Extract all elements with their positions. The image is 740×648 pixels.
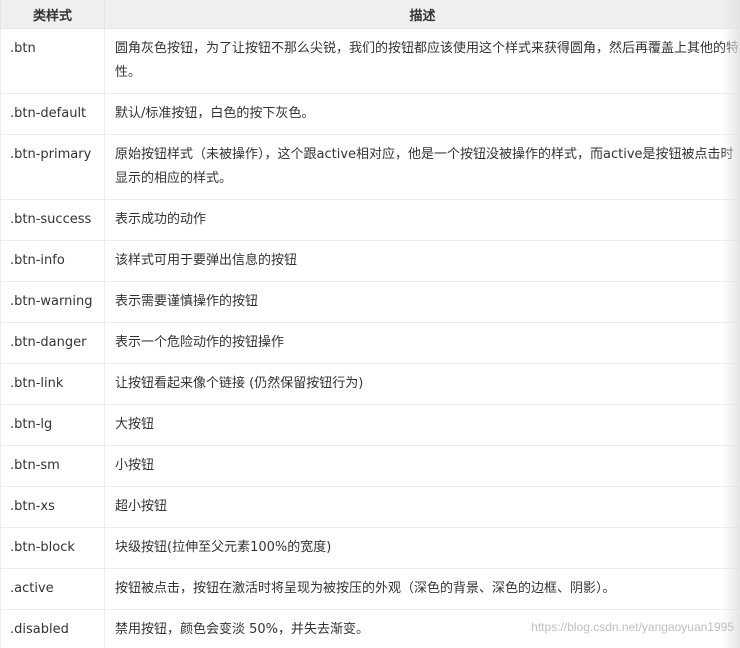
class-description: 圆角灰色按钮，为了让按钮不那么尖锐，我们的按钮都应该使用这个样式来获得圆角，然后…	[104, 28, 740, 94]
class-description: 让按钮看起来像个链接 (仍然保留按钮行为)	[104, 363, 740, 405]
table-row: .btn-sm 小按钮	[0, 445, 740, 487]
table-row: .btn-danger 表示一个危险动作的按钮操作	[0, 322, 740, 364]
table-row: .btn-warning 表示需要谨慎操作的按钮	[0, 281, 740, 323]
class-name: .disabled	[0, 609, 105, 648]
page: 类样式 描述 .btn 圆角灰色按钮，为了让按钮不那么尖锐，我们的按钮都应该使用…	[0, 0, 740, 648]
class-name: .btn	[0, 28, 105, 94]
class-name: .btn-lg	[0, 404, 105, 446]
class-description: 按钮被点击，按钮在激活时将呈现为被按压的外观（深色的背景、深色的边框、阴影）。	[104, 568, 740, 610]
table-row: .btn 圆角灰色按钮，为了让按钮不那么尖锐，我们的按钮都应该使用这个样式来获得…	[0, 28, 740, 94]
class-description: 默认/标准按钮，白色的按下灰色。	[104, 93, 740, 135]
class-name: .active	[0, 568, 105, 610]
table-header-row: 类样式 描述	[0, 0, 740, 29]
class-description: 超小按钮	[104, 486, 740, 528]
table-row: .btn-xs 超小按钮	[0, 486, 740, 528]
class-name: .btn-sm	[0, 445, 105, 487]
class-name: .btn-info	[0, 240, 105, 282]
class-name: .btn-danger	[0, 322, 105, 364]
class-name: .btn-warning	[0, 281, 105, 323]
class-name: .btn-default	[0, 93, 105, 135]
class-name: .btn-primary	[0, 134, 105, 200]
header-description: 描述	[104, 0, 740, 29]
class-description: 小按钮	[104, 445, 740, 487]
header-class: 类样式	[0, 0, 105, 29]
table-row: .btn-success 表示成功的动作	[0, 199, 740, 241]
class-description: 表示需要谨慎操作的按钮	[104, 281, 740, 323]
class-description: 表示一个危险动作的按钮操作	[104, 322, 740, 364]
class-description: 原始按钮样式（未被操作），这个跟active相对应，他是一个按钮没被操作的样式，…	[104, 134, 740, 200]
table-row: .btn-default 默认/标准按钮，白色的按下灰色。	[0, 93, 740, 135]
class-name: .btn-success	[0, 199, 105, 241]
table-row: .btn-block 块级按钮(拉伸至父元素100%的宽度)	[0, 527, 740, 569]
table-row: .disabled 禁用按钮，颜色会变淡 50%，并失去渐变。	[0, 609, 740, 648]
class-description: 禁用按钮，颜色会变淡 50%，并失去渐变。	[104, 609, 740, 648]
table-row: .btn-link 让按钮看起来像个链接 (仍然保留按钮行为)	[0, 363, 740, 405]
class-description: 该样式可用于要弹出信息的按钮	[104, 240, 740, 282]
table-row: .btn-primary 原始按钮样式（未被操作），这个跟active相对应，他…	[0, 134, 740, 200]
table-row: .active 按钮被点击，按钮在激活时将呈现为被按压的外观（深色的背景、深色的…	[0, 568, 740, 610]
class-description: 块级按钮(拉伸至父元素100%的宽度)	[104, 527, 740, 569]
table-row: .btn-info 该样式可用于要弹出信息的按钮	[0, 240, 740, 282]
table-row: .btn-lg 大按钮	[0, 404, 740, 446]
class-name: .btn-xs	[0, 486, 105, 528]
class-description: 表示成功的动作	[104, 199, 740, 241]
class-description: 大按钮	[104, 404, 740, 446]
class-name: .btn-block	[0, 527, 105, 569]
class-name: .btn-link	[0, 363, 105, 405]
btn-class-reference-table: 类样式 描述 .btn 圆角灰色按钮，为了让按钮不那么尖锐，我们的按钮都应该使用…	[0, 0, 740, 648]
